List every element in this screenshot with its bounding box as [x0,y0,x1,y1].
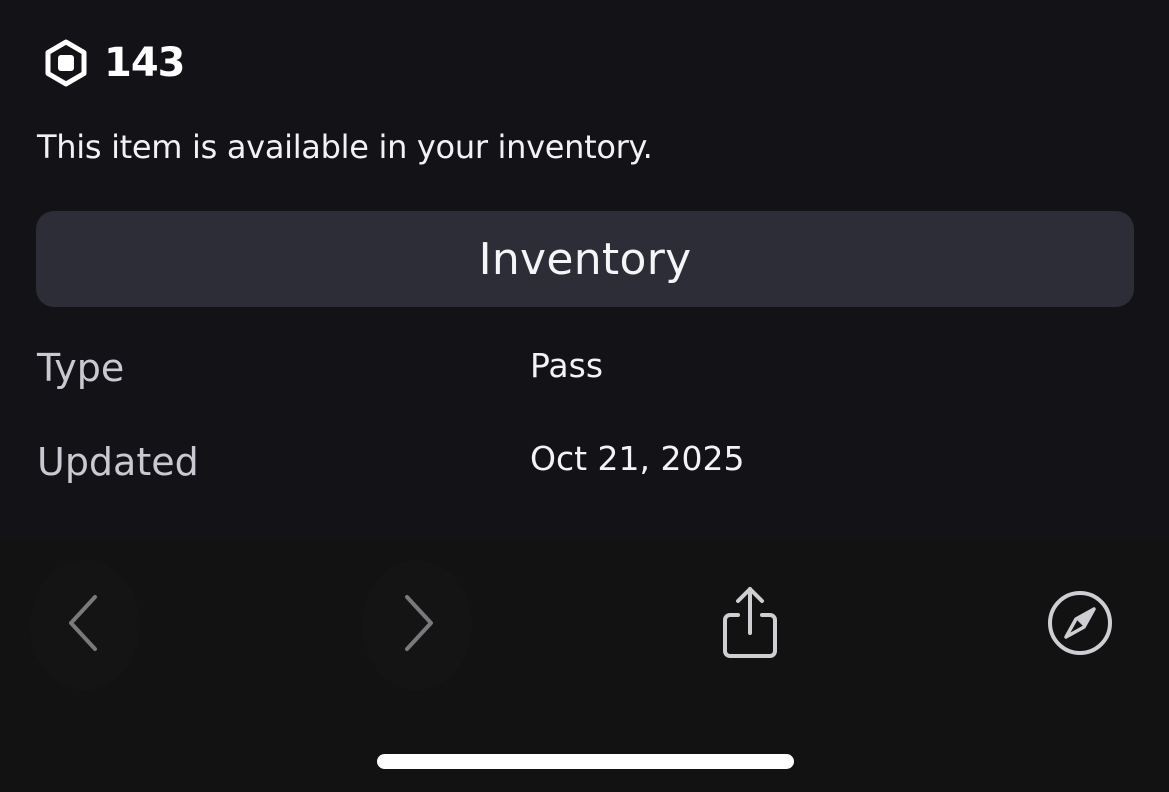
open-in-safari-button[interactable] [1030,575,1130,675]
forward-button[interactable] [362,560,472,690]
detail-value-updated: Oct 21, 2025 [530,439,745,478]
detail-label-type: Type [37,346,125,390]
home-indicator[interactable] [377,754,794,769]
page: 143 This item is available in your inven… [0,0,1169,792]
browser-toolbar [0,540,1169,792]
detail-label-updated: Updated [37,440,199,484]
chevron-left-icon [65,593,105,657]
availability-text: This item is available in your inventory… [37,128,653,166]
price-value: 143 [104,40,185,86]
chevron-right-icon [397,593,437,657]
compass-icon [1046,589,1114,661]
item-details-panel: 143 This item is available in your inven… [0,0,1169,540]
back-button[interactable] [30,560,140,690]
robux-icon [42,38,90,88]
detail-value-type: Pass [530,346,604,385]
share-button[interactable] [700,570,800,680]
share-icon [718,585,782,665]
price-row: 143 [42,38,185,88]
inventory-button[interactable]: Inventory [36,211,1134,307]
